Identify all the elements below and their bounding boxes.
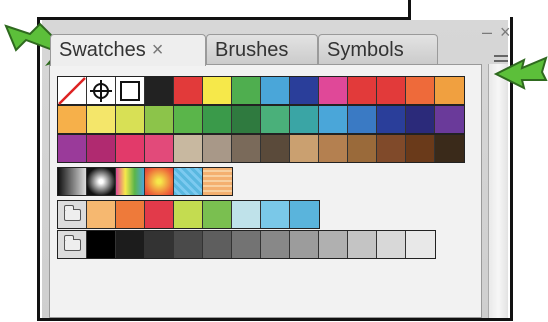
white-swatch[interactable] bbox=[116, 77, 145, 104]
swatch-group-bright-colors bbox=[57, 200, 320, 229]
tab-symbols-label: Symbols bbox=[327, 39, 404, 61]
color-swatch[interactable] bbox=[435, 106, 464, 133]
pattern-orange-swatch[interactable] bbox=[203, 168, 232, 195]
color-swatch[interactable] bbox=[377, 135, 406, 162]
color-swatch[interactable] bbox=[58, 135, 87, 162]
gray-swatch[interactable] bbox=[290, 231, 319, 258]
folder-icon[interactable] bbox=[58, 231, 87, 258]
color-swatch[interactable] bbox=[290, 106, 319, 133]
color-swatch[interactable] bbox=[145, 106, 174, 133]
color-swatch[interactable] bbox=[319, 106, 348, 133]
color-swatch[interactable] bbox=[145, 77, 174, 104]
color-swatch[interactable] bbox=[145, 201, 174, 228]
callout-arrow-right-icon bbox=[493, 56, 548, 90]
frame-bottom-border bbox=[37, 318, 513, 321]
tab-swatches-label: Swatches bbox=[59, 39, 146, 61]
gradient-radial-swatch[interactable] bbox=[87, 168, 116, 195]
color-swatch[interactable] bbox=[377, 106, 406, 133]
color-swatch[interactable] bbox=[174, 135, 203, 162]
registration-swatch-icon[interactable] bbox=[87, 77, 116, 104]
color-swatch[interactable] bbox=[232, 77, 261, 104]
color-swatch[interactable] bbox=[348, 106, 377, 133]
color-swatch[interactable] bbox=[116, 135, 145, 162]
color-swatch[interactable] bbox=[174, 106, 203, 133]
swatch-row-1 bbox=[57, 76, 465, 105]
gray-swatch[interactable] bbox=[87, 231, 116, 258]
color-swatch[interactable] bbox=[435, 135, 464, 162]
color-swatch[interactable] bbox=[232, 135, 261, 162]
color-swatch[interactable] bbox=[87, 135, 116, 162]
color-swatch[interactable] bbox=[261, 135, 290, 162]
none-swatch[interactable] bbox=[58, 77, 87, 105]
color-swatch[interactable] bbox=[348, 135, 377, 162]
minimize-button[interactable]: – bbox=[482, 23, 492, 41]
tab-brushes-label: Brushes bbox=[215, 39, 289, 61]
color-swatch[interactable] bbox=[406, 135, 435, 162]
tab-brushes[interactable]: Brushes bbox=[206, 34, 318, 64]
swatch-row-2 bbox=[57, 105, 465, 134]
color-swatch[interactable] bbox=[319, 77, 348, 104]
gray-swatch[interactable] bbox=[406, 231, 435, 258]
gray-swatch[interactable] bbox=[319, 231, 348, 258]
gray-swatch[interactable] bbox=[174, 231, 203, 258]
pattern-blue-swatch[interactable] bbox=[174, 168, 203, 195]
gray-swatch[interactable] bbox=[377, 231, 406, 258]
color-swatch[interactable] bbox=[319, 135, 348, 162]
color-swatch[interactable] bbox=[174, 77, 203, 104]
color-swatch[interactable] bbox=[87, 201, 116, 228]
folder-icon[interactable] bbox=[58, 201, 87, 228]
gradient-spectrum-swatch[interactable] bbox=[116, 168, 145, 195]
color-swatch[interactable] bbox=[203, 201, 232, 228]
color-swatch[interactable] bbox=[290, 201, 319, 228]
color-swatch[interactable] bbox=[58, 106, 87, 133]
gray-swatch[interactable] bbox=[203, 231, 232, 258]
swatch-group-grays bbox=[57, 230, 436, 259]
color-swatch[interactable] bbox=[116, 106, 145, 133]
color-swatch[interactable] bbox=[377, 77, 406, 104]
color-swatch[interactable] bbox=[232, 106, 261, 133]
color-swatch[interactable] bbox=[116, 201, 145, 228]
gray-swatch[interactable] bbox=[145, 231, 174, 258]
color-swatch[interactable] bbox=[261, 106, 290, 133]
gray-swatch[interactable] bbox=[232, 231, 261, 258]
tab-symbols[interactable]: Symbols bbox=[318, 34, 438, 64]
swatch-row-4 bbox=[57, 167, 233, 196]
tab-close-icon[interactable]: × bbox=[152, 39, 164, 61]
color-swatch[interactable] bbox=[203, 106, 232, 133]
color-swatch[interactable] bbox=[203, 77, 232, 104]
close-panel-button[interactable]: × bbox=[500, 23, 511, 41]
swatch-row-3 bbox=[57, 134, 465, 163]
color-swatch[interactable] bbox=[348, 77, 377, 104]
gray-swatch[interactable] bbox=[348, 231, 377, 258]
vertical-scrollbar[interactable] bbox=[488, 64, 508, 318]
gray-swatch[interactable] bbox=[116, 231, 145, 258]
color-swatch[interactable] bbox=[435, 77, 464, 104]
color-swatch[interactable] bbox=[261, 77, 290, 104]
gradient-orange-swatch[interactable] bbox=[145, 168, 174, 195]
color-swatch[interactable] bbox=[203, 135, 232, 162]
color-swatch[interactable] bbox=[406, 77, 435, 104]
color-swatch[interactable] bbox=[290, 77, 319, 104]
color-swatch[interactable] bbox=[406, 106, 435, 133]
color-swatch[interactable] bbox=[87, 106, 116, 133]
gradient-black-swatch[interactable] bbox=[58, 168, 87, 195]
color-swatch[interactable] bbox=[290, 135, 319, 162]
swatches-panel: – × Swatches × Brushes Symbols bbox=[42, 20, 511, 318]
color-swatch[interactable] bbox=[232, 201, 261, 228]
color-swatch[interactable] bbox=[261, 201, 290, 228]
tab-swatches[interactable]: Swatches × bbox=[50, 34, 206, 66]
color-swatch[interactable] bbox=[145, 135, 174, 162]
gray-swatch[interactable] bbox=[261, 231, 290, 258]
color-swatch[interactable] bbox=[174, 201, 203, 228]
